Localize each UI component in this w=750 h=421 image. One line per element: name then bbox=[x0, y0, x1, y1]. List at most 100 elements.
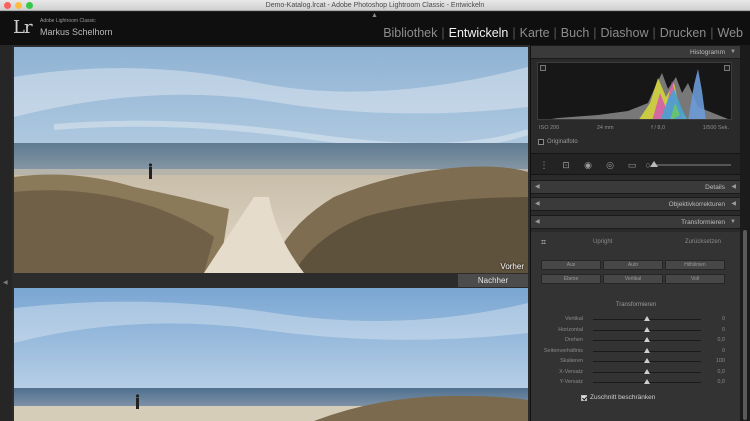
slider-label: Y-Versatz bbox=[559, 379, 583, 385]
slider-label: X-Versatz bbox=[559, 368, 583, 375]
module-slideshow[interactable]: Diashow bbox=[598, 26, 652, 40]
upright-off-button[interactable]: Aus bbox=[541, 260, 601, 270]
module-web[interactable]: Web bbox=[715, 26, 746, 40]
window-titlebar: Demo-Katalog.lrcat - Adobe Photoshop Lig… bbox=[0, 0, 750, 11]
user-name: Markus Schelhorn bbox=[40, 27, 113, 37]
slider-track[interactable] bbox=[593, 379, 701, 384]
slider-track[interactable] bbox=[593, 358, 701, 363]
transform-slider-row: Seitenverhältnis 0 bbox=[537, 347, 733, 356]
iso-value: ISO 200 bbox=[539, 125, 560, 131]
histogram-panel-header[interactable]: Histogramm ▼ bbox=[531, 45, 741, 59]
image-view: Vorher Nachher bbox=[12, 45, 530, 421]
upright-label: Upright bbox=[593, 239, 613, 245]
slider-value[interactable]: 0,0 bbox=[717, 337, 725, 343]
reset-button[interactable]: Zurücksetzen bbox=[685, 239, 721, 245]
right-panel-scrollbar[interactable] bbox=[740, 45, 750, 421]
identity-plate: Lr Adobe Lightroom Classic Markus Schelh… bbox=[0, 12, 750, 45]
transform-slider-row: Drehen 0,0 bbox=[537, 337, 733, 345]
slider-knob[interactable] bbox=[644, 347, 650, 353]
upright-vertical-button[interactable]: Vertikal bbox=[603, 274, 663, 284]
shutter-speed: 1/500 Sek. bbox=[702, 125, 729, 131]
collapse-top-panel-icon[interactable]: ▲ bbox=[371, 12, 378, 19]
upright-auto-button[interactable]: Auto bbox=[603, 260, 663, 270]
constrain-crop-toggle[interactable]: Zuschnitt beschränken bbox=[581, 394, 655, 401]
upright-buttons-row2: Ebene Vertikal Voll bbox=[541, 274, 725, 284]
aperture: f / 8,0 bbox=[651, 125, 666, 131]
slider-track[interactable] bbox=[593, 368, 701, 374]
transform-slider-row: Y-Versatz 0,0 bbox=[537, 379, 733, 387]
transform-slider-row: Skalieren 100 bbox=[537, 358, 733, 366]
slider-value[interactable]: 0,0 bbox=[717, 369, 725, 375]
upright-full-button[interactable]: Voll bbox=[665, 274, 725, 284]
slider-knob[interactable] bbox=[644, 316, 650, 321]
slider-track[interactable] bbox=[593, 337, 701, 342]
slider-value[interactable]: 0 bbox=[722, 316, 725, 322]
slider-value[interactable]: 0 bbox=[722, 327, 725, 333]
transform-slider-row: Horizontal 0 bbox=[537, 326, 733, 335]
develop-right-panel: Histogramm ▼ ISO 200 24 mm f / 8,0 1/500… bbox=[530, 45, 741, 421]
module-develop[interactable]: Entwickeln bbox=[446, 26, 512, 40]
transform-subheading: Transformieren bbox=[615, 302, 657, 308]
slider-track[interactable] bbox=[593, 347, 701, 353]
module-map[interactable]: Karte bbox=[517, 26, 553, 40]
collapse-triangle-icon[interactable]: ▼ bbox=[730, 46, 736, 59]
before-label: Vorher bbox=[500, 262, 524, 271]
upright-guided-button[interactable]: Hilfslinien bbox=[665, 260, 725, 270]
slider-knob[interactable] bbox=[644, 337, 650, 342]
slider-knob[interactable] bbox=[644, 379, 650, 384]
scrollbar-thumb[interactable] bbox=[743, 230, 747, 420]
transform-slider-row: X-Versatz 0,0 bbox=[537, 368, 733, 377]
original-photo-toggle[interactable]: Originalfoto bbox=[538, 139, 578, 145]
collapse-triangle-icon[interactable]: ◀ bbox=[731, 181, 736, 194]
expand-left-panel-icon[interactable]: ◀ bbox=[3, 279, 8, 286]
lens-corrections-panel-header[interactable]: ◀ Objektivkorrekturen ◀ bbox=[531, 197, 741, 211]
slider-label: Vertikal bbox=[564, 316, 583, 322]
tool-strip: ⋮ ⊡ ◉ ◎ ▭ ○ bbox=[531, 153, 741, 175]
after-photo[interactable] bbox=[14, 288, 528, 421]
after-label: Nachher bbox=[458, 274, 528, 287]
before-photo[interactable]: Vorher bbox=[14, 47, 528, 273]
module-library[interactable]: Bibliothek bbox=[380, 26, 440, 40]
slider-value[interactable]: 0 bbox=[722, 348, 725, 354]
window-title: Demo-Katalog.lrcat - Adobe Photoshop Lig… bbox=[265, 2, 485, 9]
crop-overlay-icon[interactable]: ⊡ bbox=[561, 160, 571, 170]
grid-icon[interactable]: ⋮ bbox=[539, 160, 549, 170]
slider-knob[interactable] bbox=[644, 326, 650, 332]
upright-level-button[interactable]: Ebene bbox=[541, 274, 601, 284]
transform-panel-header[interactable]: ◀ Transformieren ▼ bbox=[531, 215, 741, 229]
transform-panel: ⌗ Upright Zurücksetzen Aus Auto Hilfslin… bbox=[531, 232, 741, 421]
details-panel-header[interactable]: ◀ Details ◀ bbox=[531, 180, 741, 194]
product-name: Adobe Lightroom Classic bbox=[40, 18, 96, 24]
graduated-filter-icon[interactable]: ▭ bbox=[627, 160, 637, 170]
shadow-clipping-toggle[interactable] bbox=[540, 65, 546, 71]
exif-info: ISO 200 24 mm f / 8,0 1/500 Sek. bbox=[539, 125, 729, 131]
original-photo-checkbox[interactable] bbox=[538, 139, 544, 145]
slider-track[interactable] bbox=[593, 326, 701, 332]
slider-label: Drehen bbox=[564, 337, 583, 343]
lightroom-logo: Lr bbox=[13, 17, 33, 38]
slider-value[interactable]: 0,0 bbox=[717, 379, 725, 385]
module-print[interactable]: Drucken bbox=[657, 26, 710, 40]
slider-value[interactable]: 100 bbox=[716, 358, 725, 364]
slider-track[interactable] bbox=[593, 316, 701, 321]
slider-knob[interactable] bbox=[644, 368, 650, 374]
brush-slider[interactable] bbox=[650, 161, 731, 167]
collapse-triangle-icon[interactable]: ▼ bbox=[730, 216, 736, 229]
upright-buttons-row1: Aus Auto Hilfslinien bbox=[541, 260, 725, 270]
left-panel-collapsed[interactable]: ◀ bbox=[0, 45, 12, 421]
slider-knob[interactable] bbox=[644, 358, 650, 363]
red-eye-icon[interactable]: ◎ bbox=[605, 160, 615, 170]
collapse-triangle-icon[interactable]: ◀ bbox=[731, 198, 736, 211]
spot-removal-icon[interactable]: ◉ bbox=[583, 160, 593, 170]
slider-label: Skalieren bbox=[560, 358, 583, 364]
guided-upright-icon[interactable]: ⌗ bbox=[541, 237, 546, 248]
histogram[interactable] bbox=[537, 62, 732, 120]
slider-label: Horizontal bbox=[558, 326, 583, 333]
transform-slider-row: Vertikal 0 bbox=[537, 316, 733, 324]
highlight-clipping-toggle[interactable] bbox=[724, 65, 730, 71]
module-picker: Bibliothek | Entwickeln | Karte | Buch |… bbox=[380, 26, 746, 40]
focal-length: 24 mm bbox=[596, 125, 614, 131]
slider-label: Seitenverhältnis bbox=[543, 347, 583, 354]
constrain-crop-checkbox[interactable] bbox=[581, 394, 587, 401]
module-book[interactable]: Buch bbox=[558, 26, 593, 40]
